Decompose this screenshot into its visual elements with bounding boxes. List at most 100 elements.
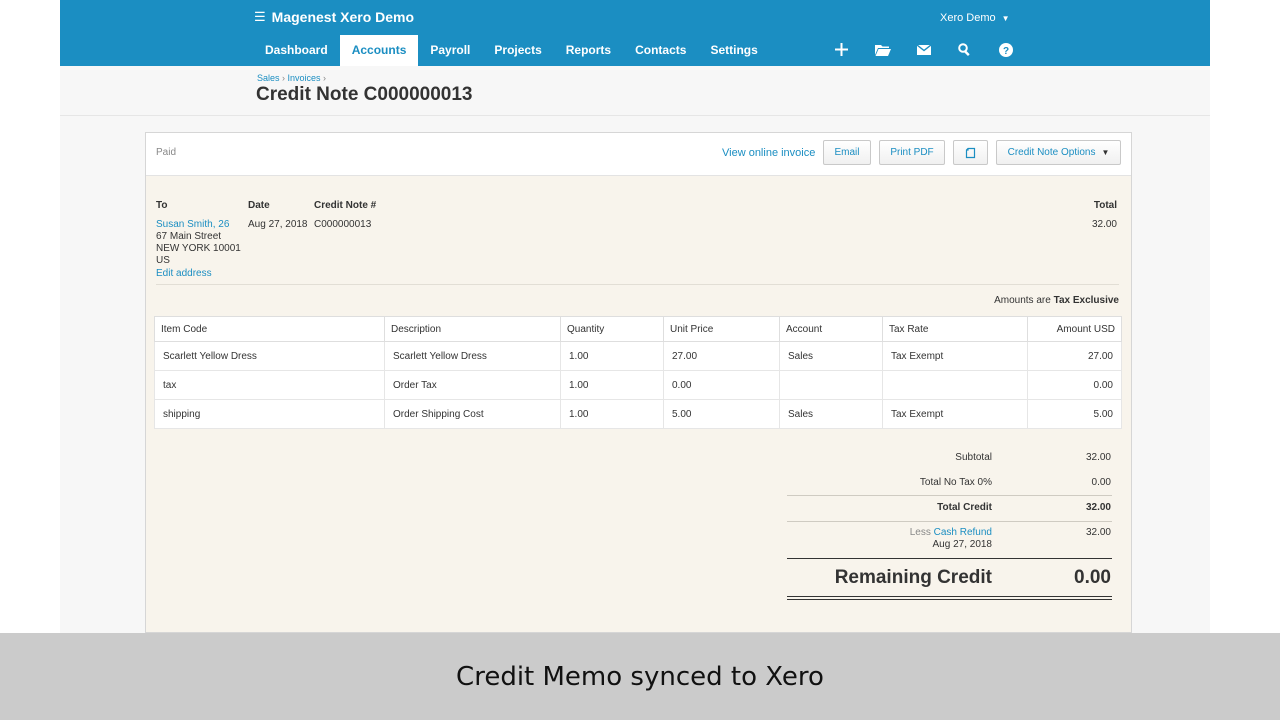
cell-item-code: shipping	[154, 399, 385, 429]
cell-unit-price: 0.00	[663, 370, 780, 400]
amounts-note-prefix: Amounts are	[994, 295, 1051, 306]
header-tools: ?	[830, 38, 1017, 61]
credit-note-card: Paid View online invoice Email Print PDF…	[145, 132, 1132, 633]
divider	[787, 521, 1112, 522]
cell-tax-rate	[882, 370, 1028, 400]
mail-icon[interactable]	[912, 38, 935, 61]
breadcrumb-invoices[interactable]: Invoices	[288, 73, 321, 83]
column-header-account: Account	[779, 316, 883, 342]
amounts-tax-note: Amounts are Tax Exclusive	[994, 295, 1119, 306]
cell-description: Order Tax	[384, 370, 561, 400]
table-row: tax Order Tax 1.00 0.00 0.00	[154, 370, 1122, 400]
cell-quantity: 1.00	[560, 399, 664, 429]
svg-text:?: ?	[1002, 46, 1008, 57]
cell-amount: 27.00	[1027, 341, 1122, 371]
column-header-amount: Amount USD	[1027, 316, 1122, 342]
list-menu-icon: ☰	[254, 9, 266, 24]
divider	[787, 558, 1112, 559]
copy-button[interactable]	[953, 140, 988, 165]
caption-band: Credit Memo synced to Xero	[0, 633, 1280, 720]
credit-note-number-value: C000000013	[314, 219, 372, 230]
cell-unit-price: 27.00	[663, 341, 780, 371]
cell-description: Order Shipping Cost	[384, 399, 561, 429]
to-label: To	[156, 200, 168, 211]
column-header-item-code: Item Code	[154, 316, 385, 342]
address-line: NEW YORK 10001	[156, 243, 241, 254]
cell-unit-price: 5.00	[663, 399, 780, 429]
tax-total-value: 0.00	[1091, 477, 1111, 488]
remaining-credit-label: Remaining Credit	[834, 567, 992, 588]
divider	[787, 495, 1112, 496]
title-bar: Sales › Invoices › Credit Note C00000001…	[60, 66, 1210, 116]
nav-accounts[interactable]: Accounts	[339, 35, 419, 66]
column-header-description: Description	[384, 316, 561, 342]
column-header-quantity: Quantity	[560, 316, 664, 342]
edit-address-link[interactable]: Edit address	[156, 268, 212, 279]
contact-name-link[interactable]: Susan Smith, 26	[156, 219, 229, 230]
cell-description: Scarlett Yellow Dress	[384, 341, 561, 371]
breadcrumb-separator: ›	[320, 73, 327, 83]
cell-amount: 0.00	[1027, 370, 1122, 400]
address-line: 67 Main Street	[156, 231, 222, 242]
divider	[787, 599, 1112, 600]
cell-quantity: 1.00	[560, 370, 664, 400]
total-credit-value: 32.00	[1085, 502, 1111, 513]
date-value: Aug 27, 2018	[248, 219, 308, 230]
org-switcher-label: Xero Demo	[940, 12, 996, 24]
refund-date: Aug 27, 2018	[932, 539, 993, 550]
cell-item-code: tax	[154, 370, 385, 400]
caption-text: Credit Memo synced to Xero	[456, 661, 824, 692]
total-value: 32.00	[1091, 219, 1117, 230]
view-online-invoice-link[interactable]: View online invoice	[722, 147, 815, 159]
divider	[156, 284, 1119, 285]
less-label: Less	[909, 527, 931, 538]
search-icon[interactable]	[953, 38, 976, 61]
breadcrumb-sales[interactable]: Sales	[257, 73, 280, 83]
credit-note-toolbar: Paid View online invoice Email Print PDF…	[146, 133, 1131, 176]
tax-mode: Tax Exclusive	[1053, 295, 1119, 306]
cell-account	[779, 370, 883, 400]
plus-icon[interactable]	[830, 38, 853, 61]
print-pdf-button[interactable]: Print PDF	[879, 140, 945, 165]
credit-note-options-label: Credit Note Options	[1007, 147, 1096, 158]
column-header-unit-price: Unit Price	[663, 316, 780, 342]
app-frame: ☰ Magenest Xero Demo Xero Demo ▼ Dashboar…	[60, 0, 1210, 633]
brand-name: Magenest Xero Demo	[271, 9, 415, 25]
nav-payroll[interactable]: Payroll	[418, 35, 482, 66]
divider	[787, 596, 1112, 597]
cell-amount: 5.00	[1027, 399, 1122, 429]
org-menu[interactable]: ☰ Magenest Xero Demo	[254, 9, 414, 25]
email-button[interactable]: Email	[823, 140, 871, 165]
cell-tax-rate: Tax Exempt	[882, 341, 1028, 371]
nav-dashboard[interactable]: Dashboard	[253, 35, 340, 66]
remaining-credit-value: 0.00	[1074, 567, 1111, 588]
breadcrumb-separator: ›	[279, 73, 288, 83]
folder-icon[interactable]	[871, 38, 894, 61]
chevron-down-icon: ▼	[1001, 14, 1010, 23]
cell-account: Sales	[779, 341, 883, 371]
table-header-row: Item Code Description Quantity Unit Pric…	[154, 316, 1122, 342]
column-header-tax-rate: Tax Rate	[882, 316, 1028, 342]
breadcrumb: Sales › Invoices ›	[257, 73, 326, 83]
date-label: Date	[248, 200, 270, 211]
nav-contacts[interactable]: Contacts	[623, 35, 698, 66]
total-credit-label: Total Credit	[937, 502, 992, 513]
page-title: Credit Note C000000013	[256, 84, 473, 105]
nav-settings[interactable]: Settings	[698, 35, 769, 66]
nav-reports[interactable]: Reports	[554, 35, 623, 66]
tax-total-label: Total No Tax 0%	[919, 477, 992, 488]
help-icon[interactable]: ?	[994, 38, 1017, 61]
nav-projects[interactable]: Projects	[482, 35, 553, 66]
cell-tax-rate: Tax Exempt	[882, 399, 1028, 429]
credit-note-options-button[interactable]: Credit Note Options ▼	[996, 140, 1121, 165]
address-line: US	[156, 255, 170, 266]
table-row: Scarlett Yellow Dress Scarlett Yellow Dr…	[154, 341, 1122, 371]
cell-quantity: 1.00	[560, 341, 664, 371]
cash-refund-link[interactable]: Cash Refund	[934, 527, 992, 538]
top-bar: ☰ Magenest Xero Demo Xero Demo ▼ Dashboar…	[60, 0, 1210, 66]
status-label: Paid	[156, 147, 177, 158]
subtotal-value: 32.00	[1085, 452, 1111, 463]
copy-icon	[965, 147, 976, 158]
refund-value-link[interactable]: 32.00	[1031, 527, 1111, 538]
org-switcher[interactable]: Xero Demo ▼	[940, 12, 1010, 24]
